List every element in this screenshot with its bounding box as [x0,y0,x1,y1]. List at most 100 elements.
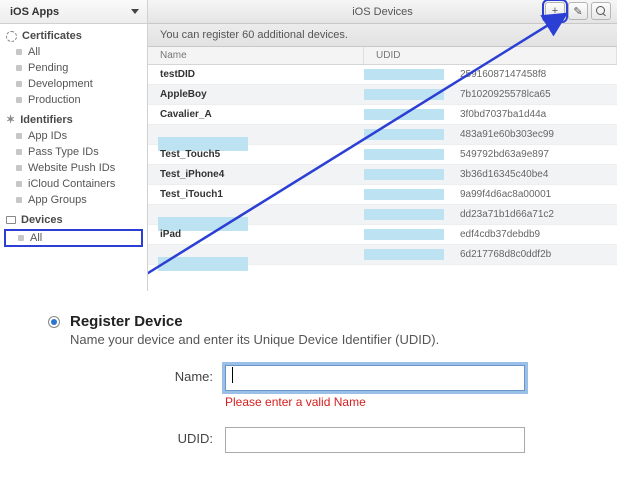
redaction-block [364,149,444,160]
column-header-name[interactable]: Name [148,47,364,64]
sidebar-group-devices[interactable]: Devices [0,214,147,228]
certificate-icon [6,31,17,42]
sidebar-group-certificates[interactable]: Certificates [0,30,147,44]
redaction-block [158,257,248,271]
udid-label: UDID: [40,427,225,446]
sidebar-item-devices-all[interactable]: All [4,229,143,247]
cell-udid: 6d217768d8c0ddf2b [364,249,617,260]
bullet-icon [16,49,22,55]
info-bar: You can register 60 additional devices. [148,24,617,47]
redaction-block [364,169,444,180]
main-panel: iOS Devices + ✎ You can register 60 addi… [148,0,617,291]
identifier-icon: ✶ [6,115,15,126]
cell-name: Test_Touch5 [148,149,364,160]
column-header-udid[interactable]: UDID [364,47,617,64]
sidebar-item-cert-pending[interactable]: Pending [0,60,147,76]
search-icon [596,6,606,16]
name-input[interactable] [225,365,525,391]
table-row[interactable]: Cavalier_A 3f0bd7037ba1d44a [148,105,617,125]
udid-value: 9a99f4d6ac8a00001 [460,189,551,200]
app-selector[interactable]: iOS Apps [0,0,147,24]
udid-value: edf4cdb37debdb9 [460,229,540,240]
name-label: Name: [40,365,225,384]
udid-value: 25916087147458f8 [460,69,546,80]
redaction-block [364,229,444,240]
cell-udid: 483a91e60b303ec99 [364,129,617,140]
udid-value: 549792bd63a9e897 [460,149,549,160]
cell-udid: 3f0bd7037ba1d44a [364,109,617,120]
redaction-block [364,249,444,260]
sidebar-item-cert-production[interactable]: Production [0,92,147,108]
sidebar-item-website-push-ids[interactable]: Website Push IDs [0,160,147,176]
udid-value: 7b1020925578lca65 [460,89,551,100]
add-device-button[interactable]: + [545,2,565,20]
sidebar: iOS Apps Certificates All Pending Develo… [0,0,148,291]
text-cursor [232,367,233,383]
bullet-icon [16,133,22,139]
cell-udid: 3b36d16345c40be4 [364,169,617,180]
redaction-block [364,69,444,80]
bullet-icon [16,81,22,87]
cell-udid: 25916087147458f8 [364,69,617,80]
udid-input[interactable] [225,427,525,453]
search-button[interactable] [591,2,611,20]
sidebar-item-cert-development[interactable]: Development [0,76,147,92]
cell-udid: edf4cdb37debdb9 [364,229,617,240]
bullet-icon [16,181,22,187]
page-title: iOS Devices [352,6,413,18]
udid-value: 483a91e60b303ec99 [460,129,554,140]
cell-udid: 549792bd63a9e897 [364,149,617,160]
cell-udid: dd23a71b1d66a71c2 [364,209,617,220]
udid-value: 3b36d16345c40be4 [460,169,548,180]
register-subtitle: Name your device and enter its Unique De… [70,332,439,347]
plus-icon: + [552,5,558,17]
table-row[interactable]: testDID 25916087147458f8 [148,65,617,85]
sidebar-item-app-groups[interactable]: App Groups [0,192,147,208]
redaction-block [364,89,444,100]
cell-name: AppleBoy [148,89,364,100]
pencil-icon: ✎ [573,5,582,18]
device-icon [6,216,16,224]
bullet-icon [16,149,22,155]
bullet-icon [18,235,24,241]
cell-name: Cavalier_A [148,109,364,120]
chevron-down-icon [131,9,139,14]
bullet-icon [16,165,22,171]
sidebar-item-app-ids[interactable]: App IDs [0,128,147,144]
redaction-block [364,209,444,220]
bullet-icon [16,65,22,71]
table-row[interactable]: Test_iPhone4 3b36d16345c40be4 [148,165,617,185]
cell-udid: 9a99f4d6ac8a00001 [364,189,617,200]
bullet-icon [16,197,22,203]
table-header: Name UDID [148,47,617,65]
register-title: Register Device [70,313,439,330]
cell-name: testDID [148,69,364,80]
redaction-block [364,109,444,120]
sidebar-item-cert-all[interactable]: All [0,44,147,60]
table-row[interactable]: AppleBoy 7b1020925578lca65 [148,85,617,105]
table-row[interactable]: Test_iTouch1 9a99f4d6ac8a00001 [148,185,617,205]
cell-name: Test_iPhone4 [148,169,364,180]
table-body[interactable]: testDID 25916087147458f8 AppleBoy 7b1020925… [148,65,617,291]
redaction-block [364,189,444,200]
udid-value: 6d217768d8c0ddf2b [460,249,551,260]
udid-value: dd23a71b1d66a71c2 [460,209,554,220]
toolbar: iOS Devices + ✎ [148,0,617,24]
sidebar-group-identifiers[interactable]: ✶ Identifiers [0,114,147,128]
table-row[interactable]: dd23a71b1d66a71c2 [148,205,617,225]
bullet-icon [16,97,22,103]
edit-button[interactable]: ✎ [568,2,588,20]
sidebar-item-icloud-containers[interactable]: iCloud Containers [0,176,147,192]
table-row[interactable]: 483a91e60b303ec99 [148,125,617,145]
radio-selected-icon [51,319,57,325]
app-selector-label: iOS Apps [10,6,59,18]
sidebar-item-pass-type-ids[interactable]: Pass Type IDs [0,144,147,160]
register-form: Register Device Name your device and ent… [0,295,617,473]
table-row[interactable]: 6d217768d8c0ddf2b [148,245,617,265]
cell-name: iPad [148,229,364,240]
udid-value: 3f0bd7037ba1d44a [460,109,546,120]
register-device-radio[interactable] [48,316,60,328]
cell-udid: 7b1020925578lca65 [364,89,617,100]
redaction-block [364,129,444,140]
cell-name: Test_iTouch1 [148,189,364,200]
